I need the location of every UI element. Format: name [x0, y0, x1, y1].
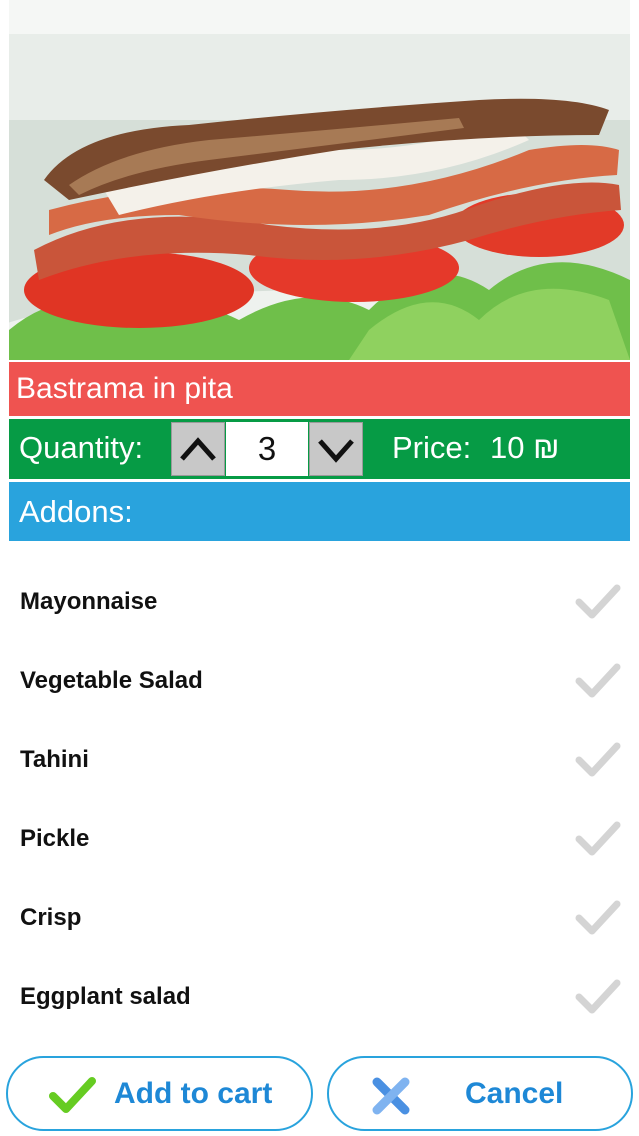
addon-item-pickle[interactable]: Pickle — [0, 803, 639, 882]
check-icon[interactable] — [575, 821, 621, 857]
check-icon[interactable] — [575, 900, 621, 936]
check-icon[interactable] — [575, 979, 621, 1015]
price-label: Price: — [392, 430, 472, 465]
product-image — [9, 0, 630, 360]
sandwich-photo — [9, 0, 630, 360]
addon-item-tahini[interactable]: Tahini — [0, 724, 639, 803]
addon-label: Vegetable Salad — [20, 667, 203, 694]
addons-header: Addons: — [9, 482, 630, 541]
add-to-cart-label: Add to cart — [114, 1077, 273, 1110]
product-title: Bastrama in pita — [9, 362, 630, 416]
quantity-increase-button[interactable] — [171, 422, 225, 476]
cancel-button[interactable]: Cancel — [327, 1056, 633, 1131]
add-to-cart-button[interactable]: Add to cart — [6, 1056, 313, 1131]
chevron-up-icon — [180, 437, 216, 461]
addon-label: Crisp — [20, 904, 82, 931]
addon-list: Mayonnaise Vegetable Salad Tahini Pickle… — [0, 566, 639, 1040]
addon-label: Eggplant salad — [20, 983, 191, 1010]
addon-item-crisp[interactable]: Crisp — [0, 882, 639, 961]
price-value: 10 ₪ — [490, 430, 560, 465]
addon-item-mayonnaise[interactable]: Mayonnaise — [0, 566, 639, 645]
checkmark-icon — [49, 1077, 96, 1113]
quantity-bar: Quantity: 3 Price: 10 ₪ — [9, 419, 630, 479]
quantity-value[interactable]: 3 — [226, 422, 308, 476]
addon-label: Pickle — [20, 825, 90, 852]
check-icon[interactable] — [575, 742, 621, 778]
addon-item-eggplant-salad[interactable]: Eggplant salad — [0, 961, 639, 1040]
check-icon[interactable] — [575, 663, 621, 699]
addon-label: Mayonnaise — [20, 588, 158, 615]
chevron-down-icon — [318, 439, 354, 463]
addon-label: Tahini — [20, 746, 89, 773]
close-icon — [372, 1077, 410, 1115]
addon-item-vegetable-salad[interactable]: Vegetable Salad — [0, 645, 639, 724]
status-bar — [0, 0, 639, 34]
cancel-label: Cancel — [465, 1077, 564, 1110]
check-icon[interactable] — [575, 584, 621, 620]
quantity-decrease-button[interactable] — [309, 422, 363, 476]
quantity-label: Quantity: — [19, 430, 144, 465]
